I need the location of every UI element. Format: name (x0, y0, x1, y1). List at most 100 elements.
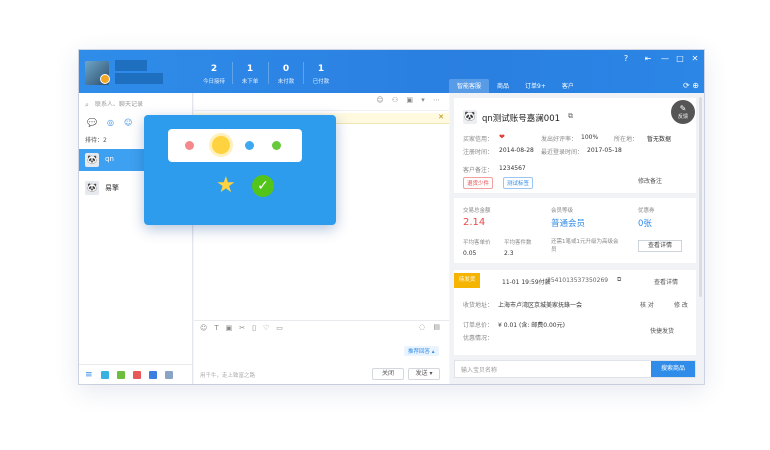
refresh-add-icons[interactable]: ⟳ ⊕ (683, 81, 699, 90)
edit-note-button[interactable]: 修改备注 (638, 176, 662, 185)
right-panel-tabs: 智能客服 商品 订单9+ 客户 (449, 79, 582, 93)
coupon-value: 0张 (638, 219, 652, 229)
feedback-button[interactable]: ✎ 反馈 (671, 100, 695, 124)
star-icon[interactable]: ★ (216, 173, 236, 198)
order-number: 2541013537350269 (547, 277, 609, 284)
feedback-label: 反馈 (677, 114, 688, 120)
order-time: 11-01 19:59付款 (502, 279, 551, 286)
copy-icon[interactable]: ⧉ (568, 112, 573, 121)
app-icon[interactable] (100, 370, 109, 379)
app-icon[interactable] (164, 370, 173, 379)
note-label: 客户备注： (463, 167, 494, 174)
chat-footer: 用千牛，走上致富之路 关闭 发送 ▾ (194, 364, 449, 384)
color-dot-green[interactable] (272, 141, 281, 150)
address-value: 上海市卢湾区京城美家抚錄一会 (498, 302, 583, 309)
color-dot-pink[interactable] (185, 141, 194, 150)
toolbar-right-icons[interactable]: ◌ ▤ (419, 323, 443, 331)
app-icon[interactable] (148, 370, 157, 379)
color-picker-card (168, 129, 302, 162)
customer-tag[interactable]: 退货少件 (463, 177, 494, 189)
avg-price: 0.05 (463, 250, 477, 257)
total-label: 交易总金额 (463, 208, 491, 214)
last-login-label: 最近登录时间： (541, 149, 584, 156)
close-button[interactable]: 关闭 (372, 368, 404, 380)
search-products-button[interactable]: 搜索商品 (651, 361, 695, 377)
contact-tabs: 💬 ◎ ☺ (87, 118, 132, 127)
location-value: 暂无数据 (647, 136, 672, 143)
product-search-input[interactable]: 输入宝贝名称 (461, 365, 497, 374)
copy-icon[interactable]: ⧉ (617, 276, 621, 284)
person-icon[interactable]: ☺ (124, 118, 132, 127)
verify-button[interactable]: 核 对 (640, 300, 654, 309)
stat-not-ordered[interactable]: 1 未下单 (233, 64, 267, 85)
stat-num: 0 (282, 64, 290, 74)
smart-service-panel: 🐼 qn测试账号嘉澜001 ⧉ 买家信用： ❤ 发出好评率： 100% 所在地：… (450, 93, 704, 384)
recommend-reply-button[interactable]: 推荐回答 ▴ (404, 346, 439, 356)
app-icon[interactable] (116, 370, 125, 379)
tab-customer[interactable]: 客户 (554, 79, 582, 93)
font-icon[interactable]: T (214, 324, 218, 332)
last-login-date: 2017-05-18 (587, 147, 622, 154)
register-label: 注册时间： (463, 149, 494, 156)
color-dot-yellow[interactable] (212, 136, 230, 154)
stat-unpaid[interactable]: 0 未付款 (269, 64, 303, 85)
close-icon[interactable]: ✕ (438, 113, 444, 121)
order-total-label: 订单总价： (463, 322, 494, 329)
level-label: 会员等级 (551, 208, 574, 214)
chat-header: ☺ ⚇ ▣ ▾ ⋯ (194, 93, 449, 111)
stat-label: 未下单 (241, 79, 259, 85)
maximize-icon[interactable]: □ (674, 54, 686, 63)
queue-count: 排待：2 (85, 137, 107, 144)
tab-smart-service[interactable]: 智能客服 (449, 79, 490, 93)
heart-icon[interactable]: ♡ (263, 324, 269, 332)
file-icon[interactable]: ▯ (252, 324, 256, 332)
chat-bubble-icon[interactable]: 💬 (87, 118, 97, 127)
input-toolbar: ☺ T ▣ ✂ ▯ ♡ ▭ ◌ ▤ (194, 320, 449, 334)
contact-name: 易擎 (105, 184, 119, 192)
phone-icon[interactable]: ▭ (276, 324, 283, 332)
order-status-badge: 待发货 (454, 273, 480, 288)
stat-paid[interactable]: 1 已付款 (304, 64, 338, 85)
search-placeholder: 联系人、聊天记录 (95, 101, 144, 108)
tab-products[interactable]: 商品 (489, 79, 517, 93)
image-icon[interactable]: ▣ (226, 324, 233, 332)
search-input[interactable]: ⌕ 联系人、聊天记录 (85, 98, 187, 112)
menu-icon[interactable]: ≡ (85, 370, 93, 380)
stat-label: 未付款 (277, 79, 295, 85)
register-date: 2014-08-28 (499, 147, 534, 154)
stat-today-received[interactable]: 2 今日接待 (197, 64, 231, 85)
order-detail-button[interactable]: 查看详情 (654, 277, 678, 286)
quick-ship-button[interactable]: 快捷发货 (650, 326, 674, 335)
avg-price-label: 平均客单价 (463, 240, 491, 246)
customer-tag[interactable]: 测试标签 (503, 177, 534, 189)
chat-header-icons[interactable]: ☺ ⚇ ▣ ▾ ⋯ (376, 96, 443, 104)
stat-num: 2 (210, 64, 218, 74)
app-icon[interactable] (132, 370, 141, 379)
modify-button[interactable]: 修 改 (674, 300, 688, 309)
trade-summary-card: 交易总金额 2.14 会员等级 普通会员 优惠券 0张 平均客单价 0.05 平… (454, 198, 696, 263)
mood-popup: ★ ✓ (144, 115, 336, 225)
color-dot-blue[interactable] (245, 141, 254, 150)
scissors-icon[interactable]: ✂ (239, 324, 245, 332)
group-icon[interactable]: ◎ (107, 118, 114, 127)
stat-label: 今日接待 (202, 79, 225, 85)
minimize-icon[interactable]: — (659, 54, 671, 63)
send-button[interactable]: 发送 ▾ (408, 368, 440, 380)
order-total: ¥ 0.01 (含: 邮费0.00元) (498, 322, 565, 329)
emoji-icon[interactable]: ☺ (200, 324, 207, 332)
check-icon[interactable]: ✓ (252, 175, 274, 197)
upgrade-hint: 还需1笔或1元升级为高级会员 (551, 239, 619, 253)
contact-avatar: 🐼 (85, 153, 99, 167)
input-hint: 用千牛，走上致富之路 (200, 373, 256, 379)
close-icon[interactable]: ✕ (689, 54, 701, 63)
scrollbar[interactable] (699, 97, 702, 297)
product-search: 输入宝贝名称 搜索商品 (454, 360, 696, 378)
discount-label: 优惠情况： (463, 335, 494, 342)
tab-orders[interactable]: 订单9+ (517, 79, 554, 93)
praise-label: 发出好评率： (541, 136, 578, 143)
help-icon[interactable]: ? (620, 54, 632, 63)
level-value: 普通会员 (551, 219, 586, 229)
pin-icon[interactable]: ⇤ (642, 54, 654, 63)
status-badge (100, 74, 110, 84)
view-detail-button[interactable]: 查看详情 (638, 240, 682, 252)
